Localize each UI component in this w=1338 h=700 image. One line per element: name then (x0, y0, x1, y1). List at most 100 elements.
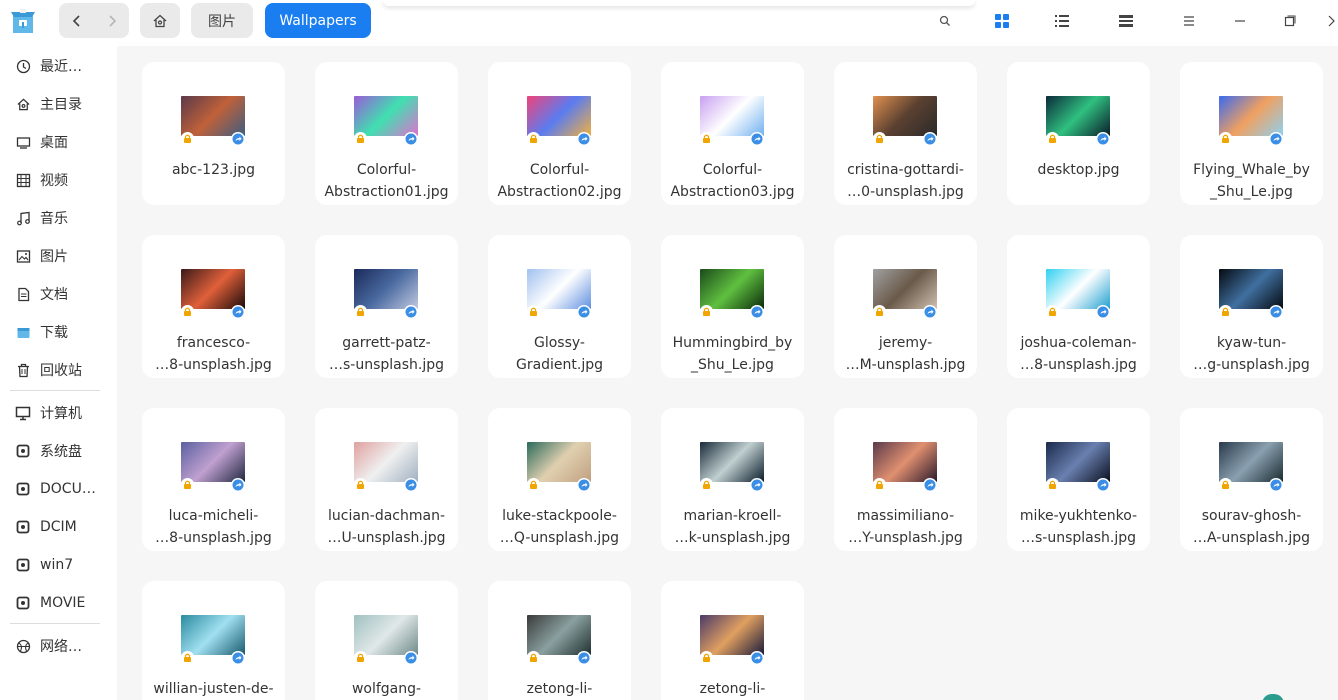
file-item[interactable]: zetong-li- (488, 581, 631, 700)
file-item[interactable]: francesco- …8-unsplash.jpg (142, 235, 285, 378)
file-name-line: …U-unsplash.jpg (327, 530, 446, 546)
sidebar-item-movie-disk[interactable]: MOVIE (0, 586, 117, 620)
forward-button[interactable] (94, 3, 129, 38)
back-button[interactable] (59, 3, 94, 38)
sidebar-item-network[interactable]: 网络… (0, 629, 117, 663)
menu-icon[interactable] (1180, 12, 1198, 30)
sidebar-item-label: 网络… (40, 639, 82, 655)
sidebar-item-home[interactable]: 主目录 (0, 87, 117, 121)
sidebar-item-documents[interactable]: 文档 (0, 277, 117, 311)
sidebar-item-computer[interactable]: 计算机 (0, 396, 117, 430)
sidebar-item-recent[interactable]: 最近… (0, 49, 117, 83)
file-name-line: zetong-li- (526, 681, 593, 697)
file-item[interactable]: sourav-ghosh- …A-unsplash.jpg (1180, 408, 1323, 551)
file-name-line: luke-stackpoole- (502, 508, 617, 524)
lock-icon (527, 132, 540, 145)
sidebar-item-video[interactable]: 视频 (0, 163, 117, 197)
file-thumbnail (1219, 442, 1283, 482)
file-item[interactable]: lucian-dachman- …U-unsplash.jpg (315, 408, 458, 551)
file-item[interactable]: joshua-coleman- …8-unsplash.jpg (1007, 235, 1150, 378)
share-link-icon (404, 651, 418, 665)
breadcrumb-wallpapers[interactable]: Wallpapers (265, 3, 371, 38)
chevron-right-icon (108, 14, 116, 27)
lock-icon (1046, 305, 1059, 318)
sidebar-item-pictures[interactable]: 图片 (0, 239, 117, 273)
file-item[interactable]: luca-micheli- …8-unsplash.jpg (142, 408, 285, 551)
file-name-line: Gradient.jpg (515, 357, 604, 373)
file-item[interactable]: willian-justen-de- (142, 581, 285, 700)
sidebar-item-label: 音乐 (40, 211, 68, 227)
share-link-icon (1096, 305, 1110, 319)
share-link-icon (577, 132, 591, 146)
file-name-line: …g-unsplash.jpg (1193, 357, 1310, 373)
file-item[interactable]: Colorful- Abstraction01.jpg (315, 62, 458, 205)
file-item[interactable]: cristina-gottardi- …0-unsplash.jpg (834, 62, 977, 205)
file-thumbnail (700, 96, 764, 136)
sidebar-item-music[interactable]: 音乐 (0, 201, 117, 235)
file-item[interactable]: Hummingbird_by _Shu_Le.jpg (661, 235, 804, 378)
file-thumbnail (181, 269, 245, 309)
file-name-line: Hummingbird_by (672, 335, 793, 351)
file-name-line: …8-unsplash.jpg (155, 530, 272, 546)
file-name: mike-yukhtenko- …s-unsplash.jpg (1011, 505, 1146, 549)
breadcrumb-pictures[interactable]: 图片 (191, 3, 253, 38)
file-item[interactable]: garrett-patz- …s-unsplash.jpg (315, 235, 458, 378)
file-thumbnail (354, 442, 418, 482)
sidebar-item-win7-disk[interactable]: win7 (0, 548, 117, 582)
file-item[interactable]: desktop.jpg (1007, 62, 1150, 205)
minimize-icon[interactable] (1231, 12, 1249, 30)
disk-icon (15, 481, 31, 497)
file-name-line: …8-unsplash.jpg (155, 357, 272, 373)
file-name-line: …Y-unsplash.jpg (848, 530, 963, 546)
file-item[interactable]: jeremy- …M-unsplash.jpg (834, 235, 977, 378)
maximize-icon[interactable] (1281, 12, 1299, 30)
home-button[interactable] (140, 3, 180, 38)
lock-icon (181, 305, 194, 318)
file-item[interactable]: marian-kroell- …k-unsplash.jpg (661, 408, 804, 551)
sidebar-item-docu-disk[interactable]: DOCU… (0, 472, 117, 506)
file-item[interactable]: luke-stackpoole- …Q-unsplash.jpg (488, 408, 631, 551)
search-icon[interactable] (936, 12, 954, 30)
lock-icon (527, 478, 540, 491)
file-item[interactable]: kyaw-tun- …g-unsplash.jpg (1180, 235, 1323, 378)
file-item[interactable]: wolfgang- (315, 581, 458, 700)
file-name: cristina-gottardi- …0-unsplash.jpg (838, 159, 973, 203)
lock-icon (181, 651, 194, 664)
close-icon[interactable] (1322, 12, 1338, 30)
file-manager-icon[interactable] (10, 7, 36, 35)
sidebar-item-label: 文档 (40, 287, 68, 303)
file-name-line: francesco- (176, 335, 251, 351)
lock-icon (527, 651, 540, 664)
sidebar-item-system-disk[interactable]: 系统盘 (0, 434, 117, 468)
file-thumbnail (873, 269, 937, 309)
file-grid: abc-123.jpg Colorful- Abstraction01.jpg Col… (117, 46, 1338, 700)
desktop-icon (15, 134, 31, 150)
sidebar-item-label: 图片 (40, 249, 68, 265)
file-thumbnail (700, 615, 764, 655)
file-item[interactable]: massimiliano- …Y-unsplash.jpg (834, 408, 977, 551)
file-item[interactable]: mike-yukhtenko- …s-unsplash.jpg (1007, 408, 1150, 551)
share-link-icon (1269, 305, 1283, 319)
file-thumbnail (700, 442, 764, 482)
file-item[interactable]: Colorful- Abstraction03.jpg (661, 62, 804, 205)
file-thumbnail (1219, 96, 1283, 136)
file-item[interactable]: Flying_Whale_by _Shu_Le.jpg (1180, 62, 1323, 205)
file-item[interactable]: Colorful- Abstraction02.jpg (488, 62, 631, 205)
file-item[interactable]: Glossy- Gradient.jpg (488, 235, 631, 378)
sidebar-item-dcim-disk[interactable]: DCIM (0, 510, 117, 544)
document-icon (15, 286, 31, 302)
sidebar-item-desktop[interactable]: 桌面 (0, 125, 117, 159)
sidebar-item-downloads[interactable]: 下载 (0, 315, 117, 349)
detail-view-icon[interactable] (1117, 12, 1135, 30)
sidebar-item-trash[interactable]: 回收站 (0, 353, 117, 387)
list-view-icon[interactable] (1053, 12, 1071, 30)
file-name-line: Colorful- (702, 162, 763, 178)
share-link-icon (231, 305, 245, 319)
home-icon (15, 96, 31, 112)
file-item[interactable]: abc-123.jpg (142, 62, 285, 205)
file-item[interactable]: zetong-li- (661, 581, 804, 700)
file-name: garrett-patz- …s-unsplash.jpg (319, 332, 454, 376)
sidebar-item-label: win7 (40, 557, 74, 573)
lock-icon (527, 305, 540, 318)
grid-view-icon[interactable] (993, 12, 1011, 30)
